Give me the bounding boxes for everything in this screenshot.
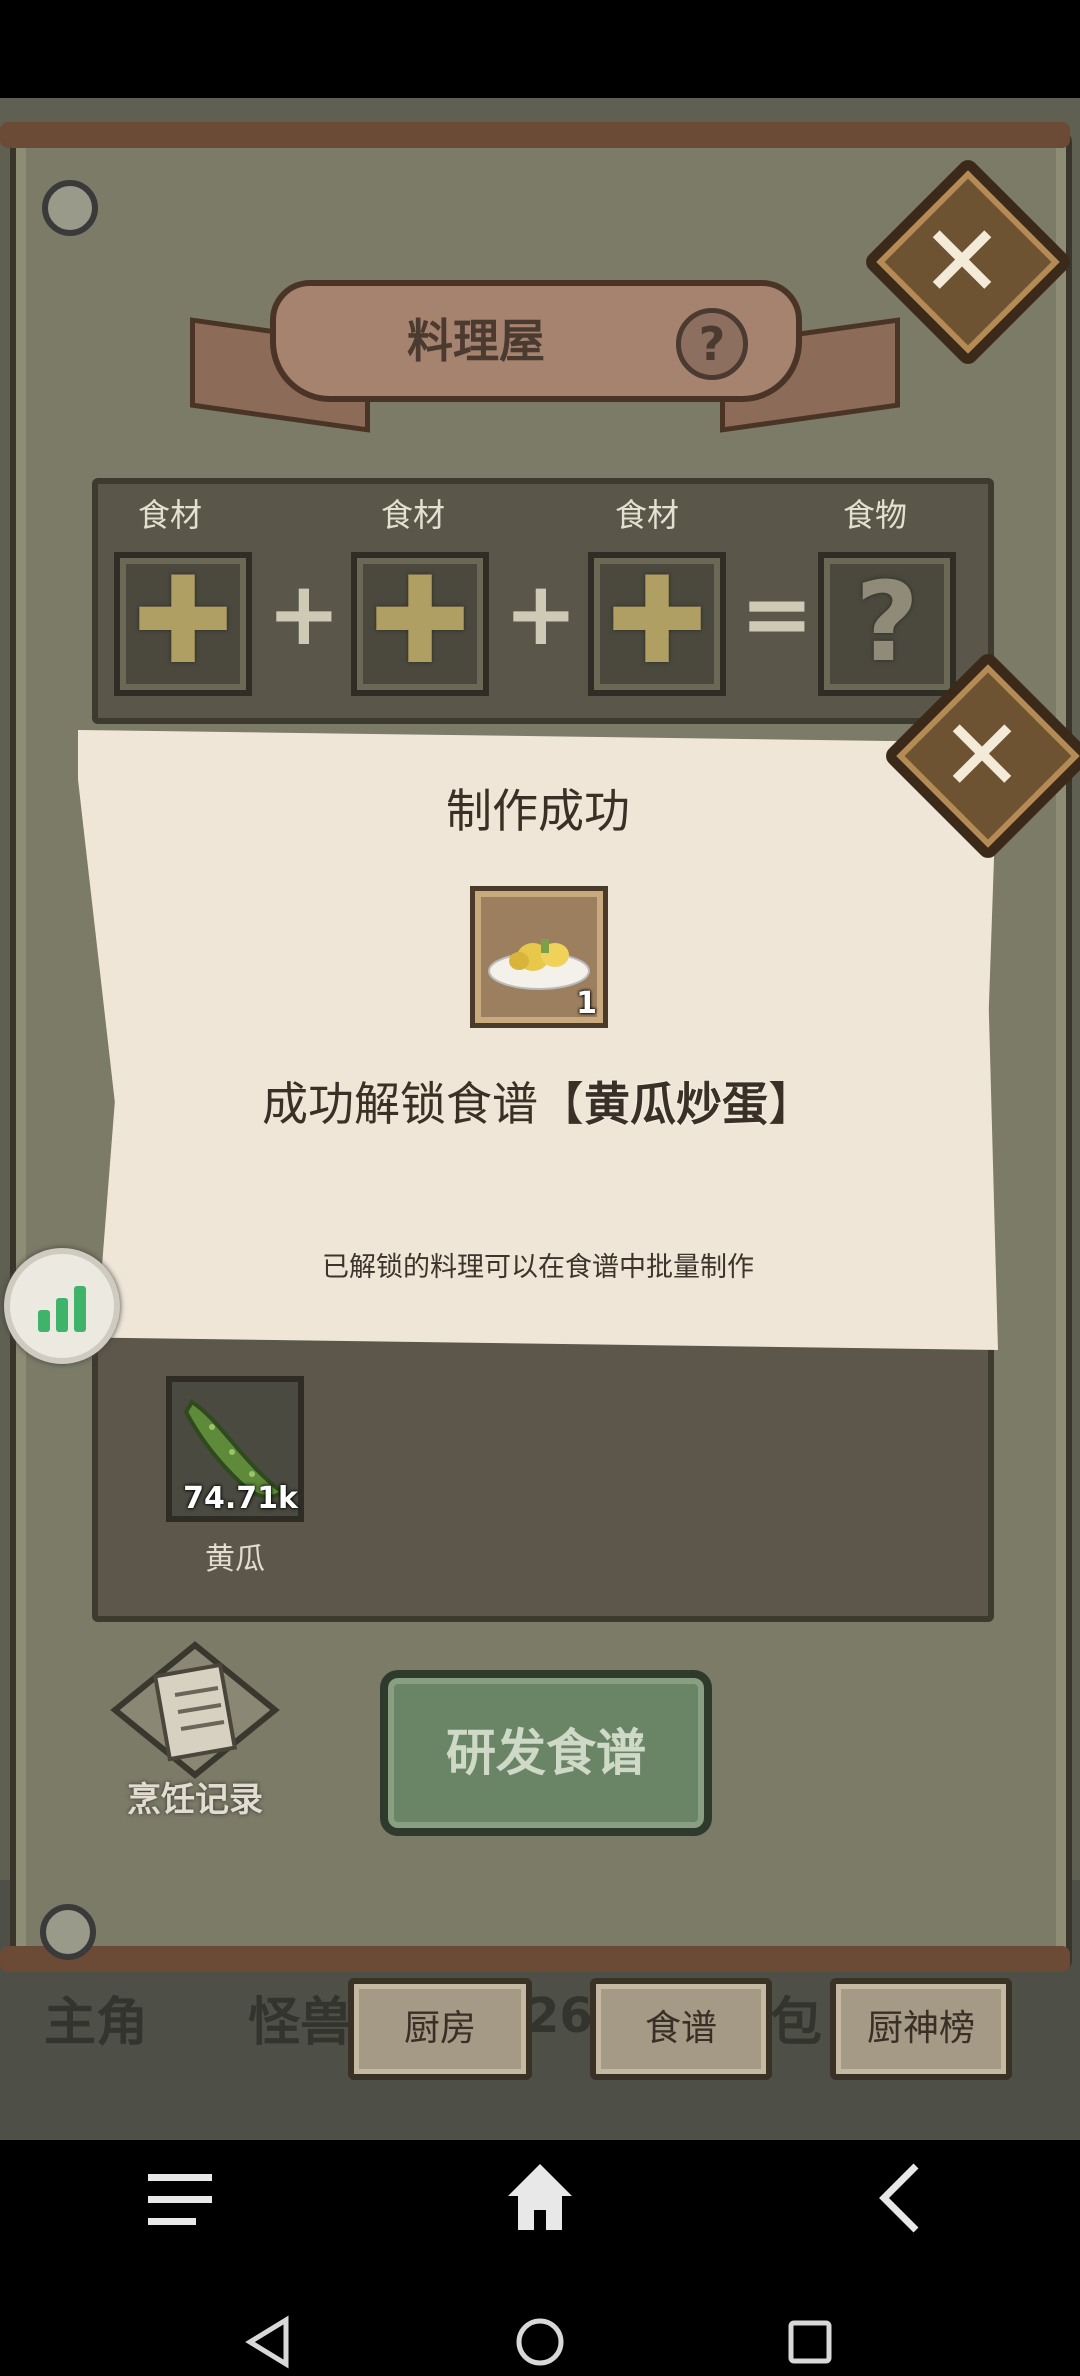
nav-home-icon[interactable] — [510, 2312, 570, 2372]
equals-operator: = — [740, 562, 814, 665]
menu-icon[interactable] — [140, 2164, 220, 2236]
plus-operator: + — [504, 562, 578, 665]
dish-count: 1 — [576, 986, 597, 1021]
back-arrow-icon[interactable] — [870, 2158, 930, 2238]
inventory-item-cucumber[interactable]: 74.71k — [166, 1376, 304, 1522]
ingredient-slot-1[interactable]: ✚ — [114, 552, 252, 696]
nav-back-icon[interactable] — [240, 2312, 300, 2372]
tab-recipes[interactable]: 食谱 — [590, 1978, 772, 2080]
result-slot[interactable]: ? — [818, 552, 956, 696]
home-icon[interactable] — [500, 2158, 580, 2238]
tab-label: 厨神榜 — [866, 2008, 975, 2049]
cooking-log-button[interactable]: 烹饪记录 — [100, 1640, 290, 1820]
nav-recents-icon[interactable] — [780, 2312, 840, 2372]
unlock-suffix: 】 — [768, 1077, 814, 1131]
system-nav-bar — [0, 2140, 1080, 2376]
unlocked-recipe-name: 黄瓜炒蛋 — [584, 1077, 768, 1131]
ingredient-slot-3[interactable]: ✚ — [588, 552, 726, 696]
ingredient-slot-2[interactable]: ✚ — [351, 552, 489, 696]
floating-assistant-button[interactable] — [4, 1248, 120, 1364]
signal-bars-icon — [38, 1286, 86, 1332]
tab-chef-ranking[interactable]: 厨神榜 — [830, 1978, 1012, 2080]
slot-label: 食物 — [842, 496, 907, 534]
slot-label: 食材 — [614, 496, 679, 534]
unlock-prefix: 成功解锁食谱【 — [262, 1077, 584, 1131]
scroll-bottom-rod — [0, 1946, 1070, 1972]
scroll-top-rod — [0, 122, 1070, 148]
item-name: 黄瓜 — [205, 1542, 265, 1577]
tab-label: 食谱 — [644, 2008, 717, 2049]
tab-kitchen[interactable]: 厨房 — [348, 1978, 532, 2080]
add-icon: ✚ — [369, 552, 471, 691]
hud-monster-label[interactable]: 怪兽 — [248, 1980, 352, 2055]
title-ribbon: 料理屋 ? — [270, 280, 802, 402]
add-icon: ✚ — [606, 552, 708, 691]
dialog-hint: 已解锁的料理可以在食谱中批量制作 — [322, 1252, 754, 1283]
close-icon: ✕ — [940, 697, 1024, 814]
item-count: 74.71k — [183, 1481, 298, 1516]
hud-hero-label[interactable]: 主角 — [44, 1980, 148, 2055]
slot-label: 食材 — [380, 496, 445, 534]
cooking-log-label: 烹饪记录 — [127, 1780, 263, 1820]
help-icon[interactable]: ? — [676, 308, 748, 380]
add-icon: ✚ — [132, 552, 234, 691]
close-icon: ✕ — [920, 203, 1004, 320]
ring-icon — [40, 1904, 96, 1960]
research-recipe-button[interactable]: 研发食谱 — [380, 1670, 712, 1836]
slot-label: 食材 — [137, 496, 202, 534]
unlock-message: 成功解锁食谱【黄瓜炒蛋】 — [78, 1068, 998, 1134]
dialog-title: 制作成功 — [446, 784, 630, 838]
dish-reward-slot[interactable]: 1 — [470, 886, 608, 1028]
scroll-icon — [110, 1641, 280, 1779]
plus-operator: + — [267, 562, 341, 665]
tab-label: 厨房 — [403, 2008, 476, 2049]
question-icon: ? — [855, 558, 919, 686]
ring-icon — [42, 180, 98, 236]
page-title: 料理屋 — [407, 314, 545, 368]
hud-bag-label[interactable]: 包 — [770, 1980, 822, 2055]
research-recipe-label: 研发食谱 — [446, 1724, 646, 1782]
